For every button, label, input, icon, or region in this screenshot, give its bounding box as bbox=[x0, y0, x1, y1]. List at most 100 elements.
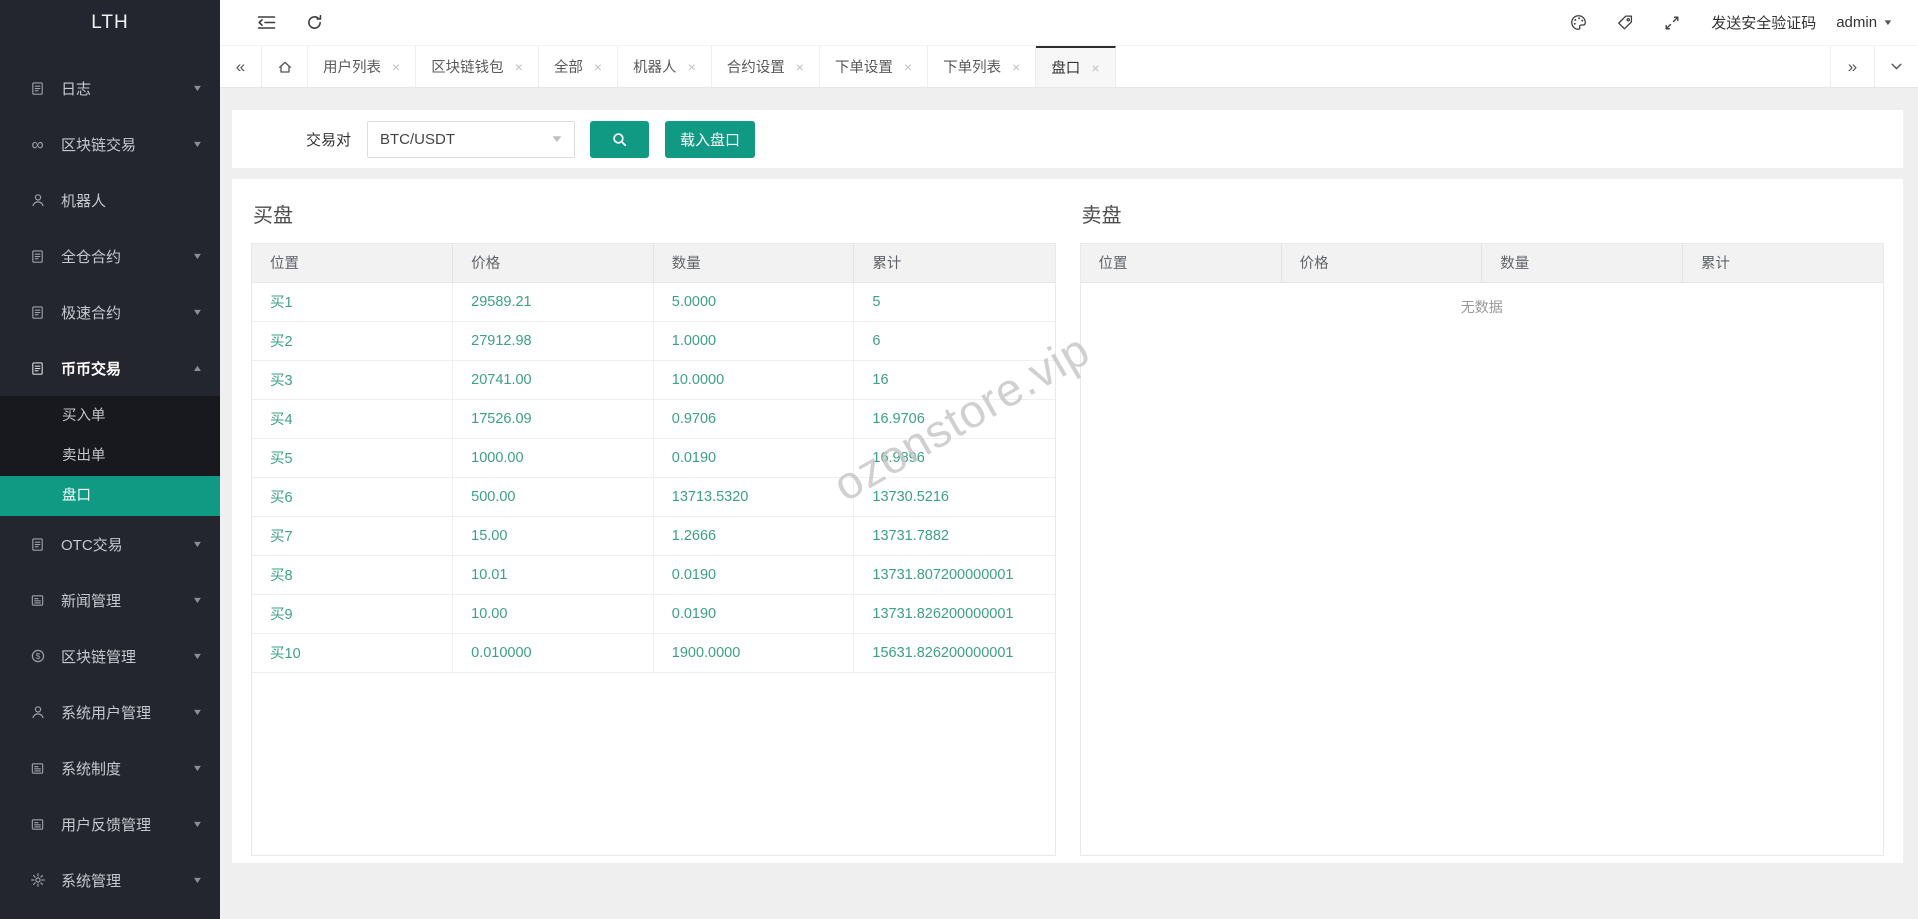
caret-down-icon: ▼ bbox=[191, 595, 204, 605]
sidebar-subitem-buy-order[interactable]: 买入单 bbox=[0, 396, 220, 436]
caret-down-icon: ▼ bbox=[191, 83, 204, 93]
load-depth-button[interactable]: 载入盘口 bbox=[665, 120, 756, 158]
home-tab-icon[interactable] bbox=[262, 46, 308, 87]
user-menu[interactable]: admin ▼ bbox=[1836, 14, 1893, 31]
sidebar-item-coin-trade[interactable]: 币币交易 ▲ bbox=[0, 340, 220, 396]
column-header: 数量 bbox=[653, 244, 855, 283]
close-icon[interactable]: × bbox=[392, 59, 400, 75]
column-header: 累计 bbox=[1682, 244, 1883, 283]
cell-position: 买4 bbox=[252, 399, 454, 439]
dollar-icon: $ bbox=[28, 648, 47, 664]
cell-price: 15.00 bbox=[452, 516, 654, 556]
caret-down-icon: ▼ bbox=[191, 763, 204, 773]
cell-position: 买6 bbox=[252, 477, 454, 517]
doc-icon bbox=[28, 361, 47, 376]
cell-price: 0.010000 bbox=[452, 633, 654, 673]
cell-amount: 10.0000 bbox=[653, 360, 855, 400]
cell-amount: 0.0190 bbox=[653, 438, 855, 478]
close-icon[interactable]: × bbox=[796, 59, 804, 75]
tab-all[interactable]: 全部 × bbox=[538, 46, 619, 87]
sidebar-item-label: 系统制度 bbox=[61, 760, 122, 778]
tab-user-list[interactable]: 用户列表 × bbox=[308, 46, 417, 87]
cell-amount: 0.0190 bbox=[653, 555, 855, 595]
tab-robot[interactable]: 机器人 × bbox=[618, 46, 712, 87]
sidebar-item-label: 极速合约 bbox=[61, 304, 122, 322]
sidebar-item-blockchain-mgmt[interactable]: $ 区块链管理 ▼ bbox=[0, 628, 220, 684]
sidebar-subitem-depth[interactable]: 盘口 bbox=[0, 476, 220, 516]
refresh-icon[interactable] bbox=[291, 14, 338, 31]
caret-down-icon: ▼ bbox=[191, 539, 204, 549]
sidebar-item-feedback[interactable]: 用户反馈管理 ▼ bbox=[0, 796, 220, 852]
caret-down-icon: ▼ bbox=[191, 707, 204, 717]
sidebar-item-sys-mgmt[interactable]: 系统管理 ▼ bbox=[0, 852, 220, 908]
sidebar-item-label: 系统用户管理 bbox=[61, 704, 152, 722]
table-row: 买1 29589.21 5.0000 5 bbox=[252, 282, 1055, 322]
caret-down-icon: ▼ bbox=[191, 875, 204, 885]
tag-icon[interactable] bbox=[1602, 13, 1649, 32]
tab-operations-dropdown[interactable] bbox=[1874, 46, 1918, 87]
column-header: 数量 bbox=[1481, 244, 1683, 283]
sidebar-item-otc[interactable]: OTC交易 ▼ bbox=[0, 516, 220, 572]
tab-scroll-left-button[interactable]: « bbox=[220, 46, 262, 87]
submenu-coin-trade: 买入单 卖出单 盘口 bbox=[0, 396, 220, 516]
cell-total: 13731.807200000001 bbox=[853, 555, 1055, 595]
cell-price: 27912.98 bbox=[452, 321, 654, 361]
cell-price: 29589.21 bbox=[452, 282, 654, 322]
tab-order-settings[interactable]: 下单设置 × bbox=[819, 46, 929, 87]
table-row: 买8 10.01 0.0190 13731.807200000001 bbox=[252, 555, 1055, 595]
sidebar-item-fast-contract[interactable]: 极速合约 ▼ bbox=[0, 284, 220, 340]
close-icon[interactable]: × bbox=[688, 59, 696, 75]
pair-select[interactable]: BTC/USDT ▼ bbox=[367, 120, 576, 158]
sidebar-item-news[interactable]: 新闻管理 ▼ bbox=[0, 572, 220, 628]
close-icon[interactable]: × bbox=[1091, 60, 1099, 76]
sidebar-subitem-sell-order[interactable]: 卖出单 bbox=[0, 436, 220, 476]
tab-label: 区块链钱包 bbox=[431, 60, 504, 76]
doc-icon bbox=[28, 537, 47, 552]
close-icon[interactable]: × bbox=[904, 59, 912, 75]
page-content: 交易对 BTC/USDT ▼ 载入盘口 买盘 位置 价格 数量 累计 买1 29… bbox=[220, 88, 1918, 919]
send-security-code-button[interactable]: 发送安全验证码 bbox=[1711, 12, 1816, 33]
table-row: 买4 17526.09 0.9706 16.9706 bbox=[252, 399, 1055, 439]
cell-position: 买1 bbox=[252, 282, 454, 322]
search-icon bbox=[611, 131, 628, 148]
fullscreen-icon[interactable] bbox=[1649, 14, 1695, 32]
tab-contract-settings[interactable]: 合约设置 × bbox=[711, 46, 820, 87]
sidebar-item-full-contract[interactable]: 全仓合约 ▼ bbox=[0, 228, 220, 284]
cell-price: 10.00 bbox=[452, 594, 654, 634]
table-row: 买10 0.010000 1900.0000 15631.826200000001 bbox=[252, 633, 1055, 673]
sidebar-item-label: 区块链交易 bbox=[61, 136, 137, 154]
close-icon[interactable]: × bbox=[1012, 59, 1020, 75]
cell-position: 买2 bbox=[252, 321, 454, 361]
tab-blockchain-wallet[interactable]: 区块链钱包 × bbox=[416, 46, 539, 87]
close-icon[interactable]: × bbox=[594, 59, 602, 75]
news-icon bbox=[28, 593, 47, 608]
sidebar-item-label: 用户反馈管理 bbox=[61, 816, 152, 834]
pair-label: 交易对 bbox=[306, 131, 352, 149]
sidebar-item-robot[interactable]: 机器人 bbox=[0, 172, 220, 228]
cell-position: 买9 bbox=[252, 594, 454, 634]
topbar-actions: 发送安全验证码 admin ▼ bbox=[1555, 12, 1898, 33]
app-logo: LTH bbox=[91, 12, 129, 33]
sidebar-item-sys-rule[interactable]: 系统制度 ▼ bbox=[0, 740, 220, 796]
collapse-sidebar-icon[interactable] bbox=[242, 15, 291, 30]
cell-amount: 13713.5320 bbox=[653, 477, 855, 517]
buy-body: 买1 29589.21 5.0000 5 买2 27912.98 1.0000 6 买3 2074… bbox=[252, 282, 1055, 673]
sidebar-item-blockchain-trade[interactable]: ∞ 区块链交易 ▼ bbox=[0, 116, 220, 172]
tab-depth[interactable]: 盘口 × bbox=[1036, 46, 1116, 87]
tab-scroll-right-button[interactable]: » bbox=[1830, 46, 1874, 87]
cell-amount: 5.0000 bbox=[653, 282, 855, 322]
tab-order-list[interactable]: 下单列表 × bbox=[928, 46, 1037, 87]
close-icon[interactable]: × bbox=[515, 59, 523, 75]
cell-price: 20741.00 bbox=[452, 360, 654, 400]
tab-label: 合约设置 bbox=[726, 60, 785, 76]
doc-icon bbox=[28, 305, 47, 320]
table-row: 买5 1000.00 0.0190 16.9896 bbox=[252, 438, 1055, 478]
sidebar-item-label: 新闻管理 bbox=[61, 592, 122, 610]
sidebar-item-label: 币币交易 bbox=[61, 360, 122, 378]
tab-label: 全部 bbox=[553, 60, 583, 76]
theme-palette-icon[interactable] bbox=[1555, 13, 1602, 32]
gear-icon bbox=[28, 872, 47, 888]
search-button[interactable] bbox=[590, 120, 650, 158]
sidebar-item-sys-user[interactable]: 系统用户管理 ▼ bbox=[0, 684, 220, 740]
sidebar-item-log[interactable]: 日志 ▼ bbox=[0, 60, 220, 116]
